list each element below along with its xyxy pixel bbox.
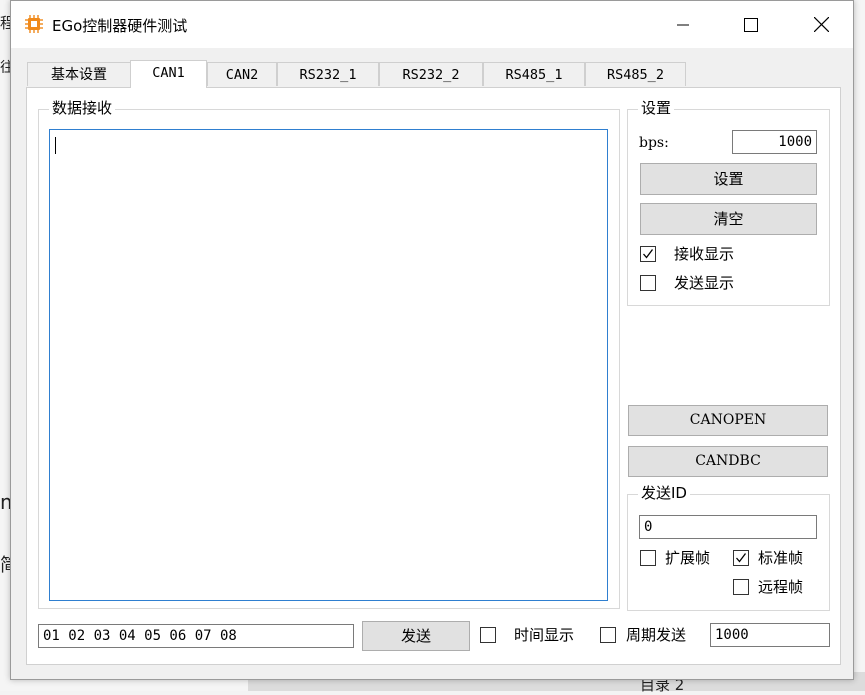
tab-can1[interactable]: CAN1	[130, 60, 207, 88]
show-time-checkbox[interactable]	[480, 627, 496, 643]
send-id-input[interactable]: 0	[639, 515, 817, 539]
period-input[interactable]: 1000	[710, 623, 830, 647]
maximize-icon	[744, 17, 758, 32]
close-button[interactable]	[791, 1, 851, 48]
remote-frame-label: 远程帧	[758, 578, 804, 596]
remote-frame-checkbox[interactable]	[733, 579, 749, 595]
tab-can2[interactable]: CAN2	[207, 62, 277, 86]
extended-frame-label: 扩展帧	[665, 549, 711, 567]
show-receive-checkbox[interactable]	[640, 246, 656, 262]
extended-frame-checkbox[interactable]	[640, 550, 656, 566]
tab-panel-can1: 数据接收 设置 bps: 1000 设置 清空 接收显示 发送显示 CANOPE…	[26, 87, 841, 665]
app-chip-icon	[25, 15, 43, 33]
send-button[interactable]: 发送	[362, 621, 470, 651]
minimize-icon	[677, 24, 689, 25]
settings-group-label: 设置	[638, 99, 675, 117]
show-time-label: 时间显示	[514, 626, 575, 644]
show-send-label: 发送显示	[674, 274, 735, 292]
bps-label: bps:	[639, 135, 669, 151]
window-title: EGo控制器硬件测试	[52, 17, 188, 35]
set-button[interactable]: 设置	[640, 163, 817, 195]
minimize-button[interactable]	[653, 1, 713, 48]
standard-frame-checkbox[interactable]	[733, 550, 749, 566]
tab-rs232-1[interactable]: RS232_1	[277, 62, 379, 86]
canopen-button[interactable]: CANOPEN	[628, 405, 828, 436]
tab-rs232-2[interactable]: RS232_2	[379, 62, 483, 86]
text-caret	[55, 137, 56, 154]
show-send-checkbox[interactable]	[640, 275, 656, 291]
standard-frame-label: 标准帧	[758, 549, 804, 567]
receive-group-label: 数据接收	[49, 99, 116, 117]
close-icon	[813, 17, 829, 32]
periodic-send-label: 周期发送	[626, 626, 687, 644]
tab-rs485-1[interactable]: RS485_1	[483, 62, 585, 86]
show-receive-label: 接收显示	[674, 245, 735, 263]
tab-basic-settings[interactable]: 基本设置	[27, 62, 131, 86]
tab-rs485-2[interactable]: RS485_2	[585, 62, 686, 86]
maximize-button[interactable]	[721, 1, 781, 48]
title-bar: EGo控制器硬件测试	[11, 1, 853, 48]
periodic-send-checkbox[interactable]	[600, 627, 616, 643]
app-window: EGo控制器硬件测试 基本设置 CAN1 CAN2 RS232_1 RS232_…	[10, 0, 854, 680]
checkmark-icon	[736, 553, 747, 563]
bps-input[interactable]: 1000	[732, 130, 817, 154]
checkmark-icon	[643, 249, 654, 259]
send-id-group-label: 发送ID	[638, 484, 690, 502]
clear-button[interactable]: 清空	[640, 203, 817, 235]
candbc-button[interactable]: CANDBC	[628, 446, 828, 477]
send-data-input[interactable]: 01 02 03 04 05 06 07 08	[38, 624, 354, 648]
receive-textarea[interactable]	[49, 129, 608, 601]
